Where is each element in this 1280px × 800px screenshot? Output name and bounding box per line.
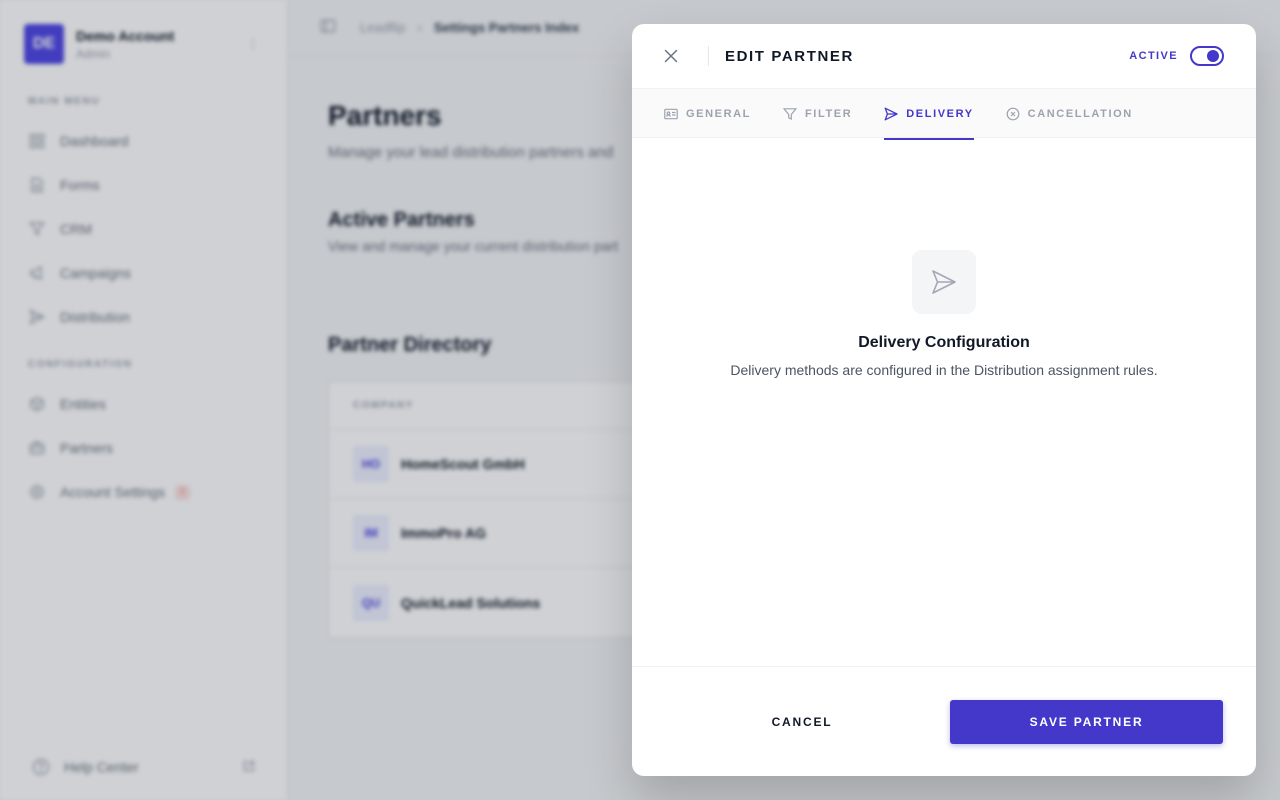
modal-header: EDIT PARTNER ACTIVE (632, 24, 1256, 88)
modal-footer: CANCEL SAVE PARTNER (632, 666, 1256, 776)
send-icon (884, 107, 898, 121)
empty-state-title: Delivery Configuration (858, 334, 1030, 351)
tab-cancellation[interactable]: CANCELLATION (1006, 89, 1133, 139)
close-icon[interactable] (664, 49, 678, 63)
delivery-panel: Delivery Configuration Delivery methods … (632, 138, 1256, 666)
active-toggle[interactable] (1190, 46, 1224, 66)
funnel-icon (782, 107, 797, 121)
cancel-button[interactable]: CANCEL (665, 700, 939, 744)
save-partner-button[interactable]: SAVE PARTNER (950, 699, 1223, 744)
modal-title: EDIT PARTNER (725, 47, 854, 65)
status-control: ACTIVE (1129, 46, 1224, 66)
toggle-knob (1207, 50, 1219, 62)
modal-tabs: GENERAL FILTER DELIVERY CANCELLATION (632, 88, 1256, 140)
id-card-icon (664, 107, 678, 121)
header-divider (708, 46, 709, 66)
tab-general[interactable]: GENERAL (664, 89, 751, 139)
tab-label: DELIVERY (906, 108, 974, 120)
empty-state-description: Delivery methods are configured in the D… (730, 362, 1158, 378)
tab-label: GENERAL (686, 108, 751, 120)
x-circle-icon (1006, 107, 1020, 121)
tab-filter[interactable]: FILTER (782, 89, 853, 139)
edit-partner-modal: EDIT PARTNER ACTIVE GENERAL FILTER DELIV… (632, 24, 1256, 776)
tab-label: FILTER (804, 108, 853, 120)
send-icon (912, 250, 976, 314)
tab-delivery[interactable]: DELIVERY (884, 89, 975, 140)
tab-label: CANCELLATION (1027, 108, 1133, 120)
status-label: ACTIVE (1129, 50, 1178, 62)
